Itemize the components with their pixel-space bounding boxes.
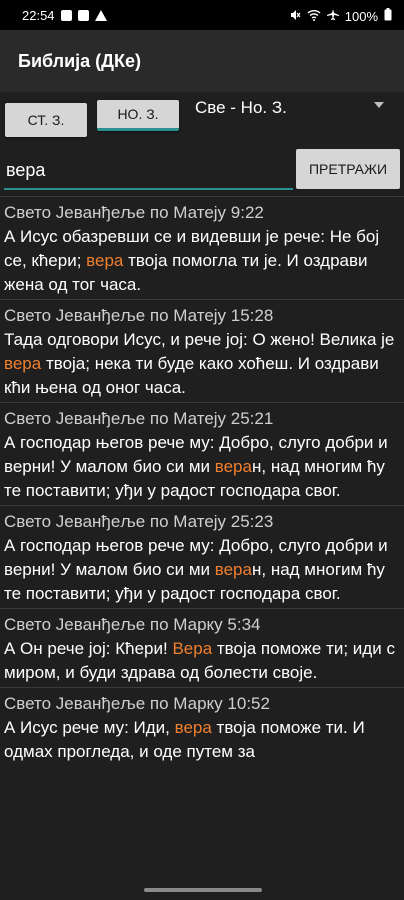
search-match: вера — [86, 251, 124, 270]
search-match: Вера — [172, 639, 213, 658]
search-input[interactable] — [4, 152, 293, 190]
verse-reference: Свето Јеванђеље по Марку 5:34 — [4, 615, 261, 634]
verse-text: Тада одговори Исус, и рече јој: О жено! … — [4, 328, 400, 400]
search-match: вера — [214, 560, 252, 579]
status-right: 100% — [289, 8, 392, 24]
tab-old-testament[interactable]: СТ. З. — [5, 103, 87, 137]
verse-text-after: твоја; нека ти буде како хоћеш. И оздрав… — [4, 354, 379, 397]
verse-text: А Он рече јој: Кћери! Вера твоја поможе … — [4, 637, 400, 685]
home-handle[interactable] — [144, 888, 262, 892]
verse-reference: Свето Јеванђеље по Матеју 25:23 — [4, 512, 274, 531]
battery-icon — [384, 8, 392, 24]
image-icon — [60, 10, 72, 21]
verse-text-before: Тада одговори Исус, и рече јој: О жено! … — [4, 330, 395, 349]
status-time: 22:54 — [22, 8, 55, 23]
mute-icon — [289, 9, 301, 24]
app-bar: Библија (ДКе) — [0, 30, 404, 92]
tab-new-testament[interactable]: НО. З. — [97, 100, 179, 131]
verse-text: А господар његов рече му: Добро, слуго д… — [4, 431, 400, 503]
search-match: вера — [214, 457, 252, 476]
result-item[interactable]: Свето Јеванђеље по Марку 10:52 А Исус ре… — [0, 687, 404, 766]
result-item[interactable]: Свето Јеванђеље по Марку 5:34 А Он рече … — [0, 608, 404, 687]
status-bar: 22:54 100% — [0, 0, 404, 30]
check-box-icon — [77, 10, 89, 21]
verse-text-before: А Исус рече му: Иди, — [4, 718, 175, 737]
status-left: 22:54 — [22, 8, 107, 23]
search-button[interactable]: ПРЕТРАЖИ — [296, 149, 400, 189]
verse-text-before: А Он рече јој: Кћери! — [4, 639, 173, 658]
airplane-icon — [326, 8, 339, 24]
dropdown-arrow-icon — [374, 102, 384, 108]
search-row: ПРЕТРАЖИ — [0, 144, 404, 196]
result-item[interactable]: Свето Јеванђеље по Матеју 9:22 А Исус об… — [0, 196, 404, 299]
search-match: вера — [4, 354, 42, 373]
verse-reference: Свето Јеванђеље по Марку 10:52 — [4, 694, 270, 713]
result-item[interactable]: Свето Јеванђеље по Матеју 25:21 А господ… — [0, 402, 404, 505]
verse-reference: Свето Јеванђеље по Матеју 25:21 — [4, 409, 274, 428]
gesture-nav-bar — [0, 880, 404, 900]
results-list[interactable]: Свето Јеванђеље по Матеју 9:22 А Исус об… — [0, 196, 404, 880]
search-match: вера — [174, 718, 212, 737]
wifi-icon — [307, 9, 321, 24]
verse-text: А Исус рече му: Иди, вера твоја поможе т… — [4, 716, 400, 764]
verse-reference: Свето Јеванђеље по Матеју 9:22 — [4, 203, 264, 222]
testament-tabs: СТ. З. НО. З. Све - Но. З. — [0, 92, 404, 144]
verse-text: А Исус обазревши се и видевши је рече: Н… — [4, 225, 400, 297]
result-item[interactable]: Свето Јеванђеље по Матеју 25:23 А господ… — [0, 505, 404, 608]
scope-select-value: Све - Но. З. — [195, 98, 287, 117]
app-title: Библија (ДКе) — [18, 50, 141, 71]
result-item[interactable]: Свето Јеванђеље по Матеју 15:28 Тада одг… — [0, 299, 404, 402]
scope-select[interactable]: Све - Но. З. — [190, 92, 404, 144]
verse-reference: Свето Јеванђеље по Матеју 15:28 — [4, 306, 274, 325]
verse-text: А господар његов рече му: Добро, слуго д… — [4, 534, 400, 606]
battery-level: 100% — [344, 8, 378, 24]
warning-icon — [94, 10, 107, 21]
